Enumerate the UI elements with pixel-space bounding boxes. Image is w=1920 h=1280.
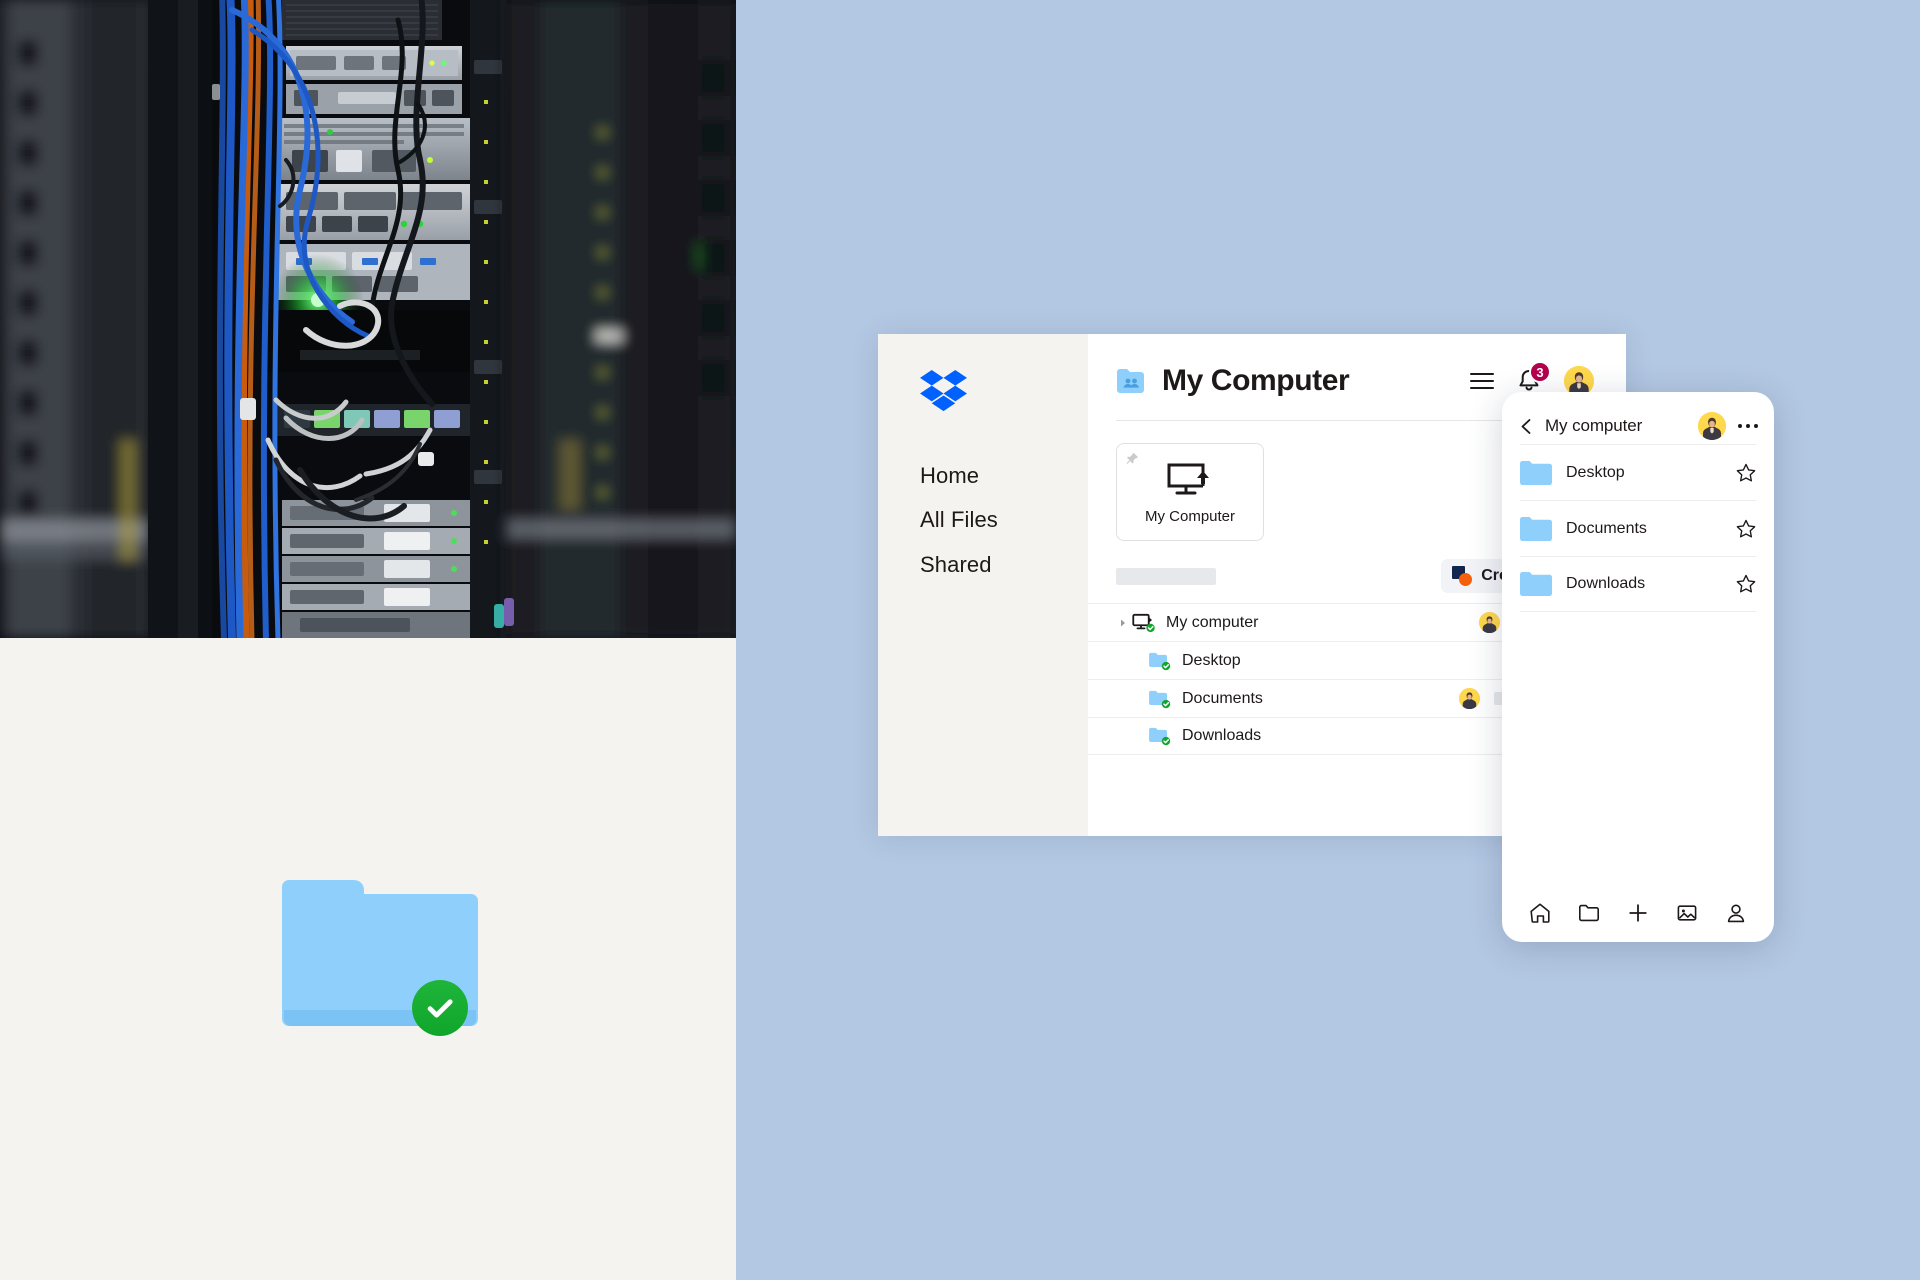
mobile-app-panel: My computer Desktop Documents Downloads [1502, 392, 1774, 942]
computer-sync-icon [1132, 613, 1155, 632]
main-header: My Computer 3 [1088, 334, 1626, 398]
file-name: Downloads [1182, 727, 1262, 744]
folder-name: Desktop [1566, 463, 1625, 481]
search-input[interactable] [1116, 567, 1216, 585]
mobile-folder-list: Desktop Documents Downloads [1502, 444, 1774, 884]
page-title: My Computer [1162, 364, 1350, 397]
folder-icon [1520, 572, 1552, 596]
folder-icon[interactable] [1578, 902, 1600, 924]
list-item[interactable]: Downloads [1520, 556, 1756, 612]
more-options-icon[interactable] [1736, 423, 1758, 429]
sidebar-item-home[interactable]: Home [920, 463, 1088, 488]
pin-icon [1126, 453, 1138, 464]
mobile-page-title: My computer [1545, 416, 1643, 435]
monitor-upload-icon [1167, 463, 1209, 495]
row-caret-spacer [1116, 654, 1130, 668]
folder-sync-icon [1149, 690, 1171, 708]
hamburger-menu-icon[interactable] [1470, 373, 1494, 389]
plus-icon[interactable] [1627, 902, 1649, 924]
expand-caret-icon[interactable] [1116, 616, 1130, 630]
mobile-bottom-nav [1502, 884, 1774, 942]
avatar [1479, 612, 1500, 633]
photo-icon[interactable] [1676, 902, 1698, 924]
notification-count-badge: 3 [1529, 361, 1551, 383]
folder-sync-icon [1149, 727, 1171, 746]
avatar [1459, 688, 1480, 709]
row-caret-spacer [1116, 692, 1130, 706]
file-name: Desktop [1182, 651, 1241, 669]
row-caret-spacer [1116, 729, 1130, 743]
chevron-left-icon[interactable] [1518, 418, 1535, 435]
app-sidebar: Home All Files Shared [878, 334, 1088, 836]
home-icon[interactable] [1529, 902, 1551, 924]
green-check-badge-icon [412, 980, 468, 1036]
sidebar-item-all-files[interactable]: All Files [920, 507, 1088, 532]
folder-name: Documents [1566, 519, 1647, 537]
create-mark-icon [1452, 566, 1473, 586]
folder-sync-icon [1149, 652, 1171, 670]
pinned-card-label: My Computer [1144, 508, 1236, 525]
mobile-header: My computer [1502, 392, 1774, 444]
user-avatar[interactable] [1697, 412, 1726, 440]
folder-icon [1520, 516, 1552, 541]
sidebar-item-shared[interactable]: Shared [920, 552, 1088, 577]
person-icon[interactable] [1725, 902, 1747, 924]
notification-bell-icon[interactable]: 3 [1516, 361, 1551, 394]
file-name: My computer [1166, 613, 1259, 631]
list-item[interactable]: Documents [1520, 500, 1756, 556]
shared-folder-icon [1116, 368, 1146, 394]
blue-folder-illustration [282, 880, 478, 1040]
star-outline-icon[interactable] [1736, 574, 1756, 594]
file-name: Documents [1182, 689, 1263, 707]
star-outline-icon[interactable] [1736, 463, 1756, 483]
server-rack-photo [0, 0, 736, 638]
folder-icon [1520, 460, 1552, 485]
list-item[interactable]: Desktop [1520, 444, 1756, 500]
dropbox-logo-icon [920, 370, 967, 412]
pinned-my-computer-card[interactable]: My Computer [1116, 443, 1264, 541]
star-outline-icon[interactable] [1736, 519, 1756, 539]
folder-name: Downloads [1566, 575, 1646, 592]
